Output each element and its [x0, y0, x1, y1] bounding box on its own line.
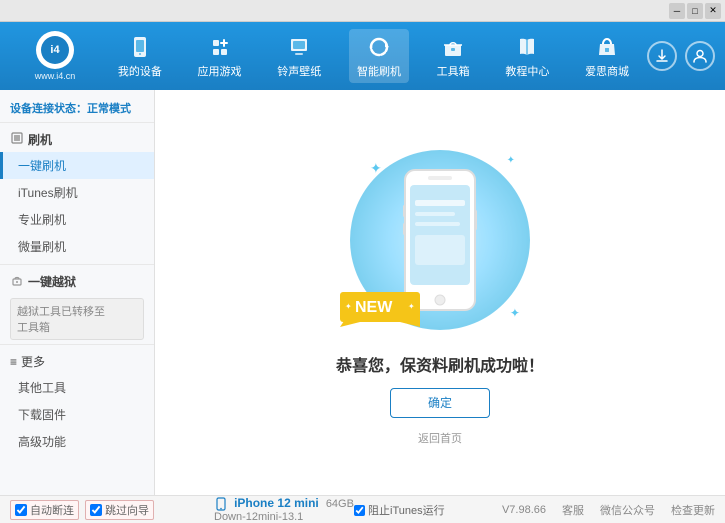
svg-text:✦: ✦ — [408, 302, 415, 311]
main-content: ✦ ✦ ✦ — [155, 90, 725, 495]
nav-label-tutorial: 教程中心 — [505, 63, 549, 79]
sidebar-item-advanced[interactable]: 高级功能 — [0, 428, 154, 455]
device-model: Down-12mini-13.1 — [214, 511, 354, 523]
confirm-button[interactable]: 确定 — [390, 388, 490, 418]
skip-wizard-label: 跳过向导 — [105, 502, 149, 518]
wechat-official-link[interactable]: 微信公众号 — [600, 502, 655, 518]
jailbreak-notice: 越狱工具已转移至 工具箱 — [10, 298, 144, 340]
bottom-left: 自动断连 跳过向导 — [10, 500, 210, 520]
nav-label-my-device: 我的设备 — [118, 63, 162, 79]
lock-icon — [10, 273, 24, 290]
device-info: iPhone 12 mini 64GB Down-12mini-13.1 — [214, 496, 354, 523]
nav-item-smart-flash[interactable]: 智能刷机 — [349, 29, 409, 83]
nav-label-shop: 爱思商城 — [585, 63, 629, 79]
svg-text:NEW: NEW — [355, 299, 393, 316]
svg-text:✦: ✦ — [345, 302, 352, 311]
main-layout: 设备连接状态：正常模式 刷机 一键刷机 iTunes刷机 专业刷机 微量刷机 — [0, 90, 725, 495]
itunes-label: 阻止iTunes运行 — [368, 505, 445, 517]
device-icon — [214, 497, 228, 511]
top-nav: i4 www.i4.cn 我的设备 — [0, 22, 725, 90]
sidebar-item-itunes-flash[interactable]: iTunes刷机 — [0, 179, 154, 206]
nav-right — [647, 41, 715, 71]
sidebar-item-one-key-flash[interactable]: 一键刷机 — [0, 152, 154, 179]
skip-wizard-checkbox-item: 跳过向导 — [85, 500, 154, 520]
nav-label-smart-flash: 智能刷机 — [357, 63, 401, 79]
skip-wizard-checkbox[interactable] — [90, 504, 102, 516]
hero-area: ✦ ✦ ✦ — [336, 140, 544, 446]
nav-item-toolbox[interactable]: 工具箱 — [429, 29, 478, 83]
customer-service-link[interactable]: 客服 — [562, 502, 584, 518]
sidebar-more-section: ≡ 更多 — [0, 349, 154, 374]
logo-circle: i4 — [36, 31, 74, 69]
flash-section-label: 刷机 — [28, 131, 52, 148]
status-bar-top: 设备连接状态：正常模式 — [0, 94, 154, 123]
nav-label-app-game: 应用游戏 — [198, 63, 242, 79]
nav-item-my-device[interactable]: 我的设备 — [110, 29, 170, 83]
book-icon — [513, 33, 541, 61]
sparkle-tr: ✦ — [507, 155, 515, 166]
logo-area: i4 www.i4.cn — [10, 31, 100, 81]
logo-inner: i4 — [41, 36, 69, 64]
sidebar-item-save-flash[interactable]: 微量刷机 — [0, 233, 154, 260]
status-label: 设备连接状态： — [10, 103, 87, 115]
auto-close-checkbox[interactable] — [15, 504, 27, 516]
sidebar-divider-2 — [0, 344, 154, 345]
nav-label-ringtone: 铃声壁纸 — [277, 63, 321, 79]
version-label: V7.98.66 — [502, 504, 546, 516]
maximize-button[interactable]: □ — [687, 3, 703, 19]
nav-item-shop[interactable]: 爱思商城 — [577, 29, 637, 83]
bottom-bar: 自动断连 跳过向导 iPhone 12 mini 64GB Down-12min… — [0, 495, 725, 523]
download-button[interactable] — [647, 41, 677, 71]
auto-close-label: 自动断连 — [30, 502, 74, 518]
logo-text: www.i4.cn — [35, 71, 76, 81]
bottom-right: V7.98.66 客服 微信公众号 检查更新 — [502, 502, 715, 518]
device-name: iPhone 12 mini — [234, 496, 319, 510]
back-home-link[interactable]: 返回首页 — [418, 430, 462, 446]
auto-close-checkbox-item: 自动断连 — [10, 500, 79, 520]
new-badge: ✦ ✦ NEW — [340, 277, 420, 330]
sidebar-section-flash: 刷机 — [0, 127, 154, 152]
nav-item-tutorial[interactable]: 教程中心 — [497, 29, 557, 83]
success-text: 恭喜您，保资料刷机成功啦！ — [336, 352, 544, 376]
status-value: 正常模式 — [87, 103, 131, 115]
phone-illustration: ✦ ✦ ✦ — [350, 140, 530, 340]
device-storage: 64GB — [326, 498, 354, 510]
sidebar-jailbreak-title: 一键越狱 — [0, 269, 154, 294]
flash-section-icon — [10, 131, 24, 148]
nav-items: 我的设备 应用游戏 铃声壁纸 — [100, 29, 647, 83]
sparkle-br: ✦ — [510, 306, 520, 320]
sidebar-item-other-tools[interactable]: 其他工具 — [0, 374, 154, 401]
sparkle-tl: ✦ — [370, 160, 382, 177]
jailbreak-label: 一键越狱 — [28, 273, 76, 290]
close-button[interactable]: ✕ — [705, 3, 721, 19]
nav-item-ringtone[interactable]: 铃声壁纸 — [269, 29, 329, 83]
itunes-checkbox[interactable] — [354, 505, 365, 516]
grid-icon — [206, 33, 234, 61]
itunes-status: 阻止iTunes运行 — [354, 505, 445, 517]
profile-button[interactable] — [685, 41, 715, 71]
refresh-icon — [365, 33, 393, 61]
bottom-center: 阻止iTunes运行 — [354, 502, 502, 518]
nav-item-app-game[interactable]: 应用游戏 — [190, 29, 250, 83]
title-bar: ─ □ ✕ — [0, 0, 725, 22]
more-icon: ≡ — [10, 355, 17, 369]
music-icon — [285, 33, 313, 61]
more-label: 更多 — [21, 353, 45, 370]
check-update-link[interactable]: 检查更新 — [671, 502, 715, 518]
nav-label-toolbox: 工具箱 — [437, 63, 470, 79]
sidebar-divider-1 — [0, 264, 154, 265]
sidebar-item-pro-flash[interactable]: 专业刷机 — [0, 206, 154, 233]
minimize-button[interactable]: ─ — [669, 3, 685, 19]
sidebar: 设备连接状态：正常模式 刷机 一键刷机 iTunes刷机 专业刷机 微量刷机 — [0, 90, 155, 495]
phone-icon — [126, 33, 154, 61]
sidebar-item-download-firmware[interactable]: 下载固件 — [0, 401, 154, 428]
shop-icon — [593, 33, 621, 61]
box-icon — [439, 33, 467, 61]
